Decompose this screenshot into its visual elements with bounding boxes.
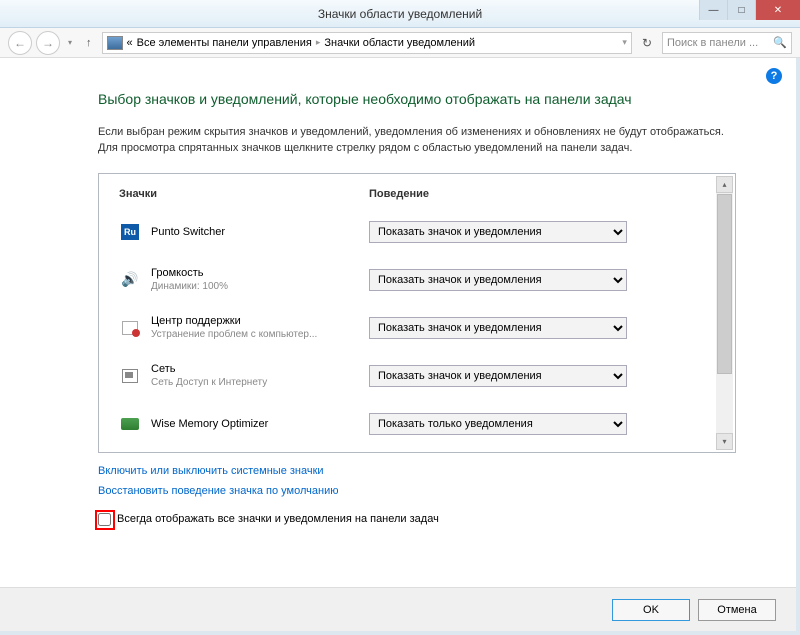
list-item: Wise Memory OptimizerПоказать значок и у… — [119, 400, 725, 448]
cancel-button[interactable]: Отмена — [698, 599, 776, 621]
close-button[interactable]: ✕ — [755, 0, 800, 20]
main-panel: Выбор значков и уведомлений, которые нео… — [0, 58, 796, 526]
up-button[interactable]: ↑ — [80, 37, 98, 49]
content-area: ? Выбор значков и уведомлений, которые н… — [0, 58, 800, 635]
always-show-label: Всегда отображать все значки и уведомлен… — [117, 513, 439, 525]
list-header: Значки Поведение — [99, 174, 735, 208]
window-buttons: — □ ✕ — [699, 0, 800, 20]
column-icons: Значки — [119, 188, 369, 200]
navbar: ← → ▾ ↑ « Все элементы панели управления… — [0, 28, 800, 58]
address-bar[interactable]: « Все элементы панели управления ▸ Значк… — [102, 32, 632, 54]
search-placeholder: Поиск в панели ... — [667, 37, 758, 49]
behavior-select[interactable]: Показать значок и уведомленияПоказать то… — [369, 221, 627, 243]
behavior-select[interactable]: Показать значок и уведомленияПоказать то… — [369, 413, 627, 435]
item-name: Центр поддержки — [151, 315, 369, 327]
item-subtext: Устранение проблем с компьютер... — [151, 329, 369, 340]
history-dropdown[interactable]: ▾ — [64, 38, 76, 47]
item-text: Сеть Сеть Доступ к Интернету — [151, 363, 369, 388]
links-section: Включить или выключить системные значки … — [98, 465, 736, 505]
item-subtext: Динамики: 100% — [151, 281, 369, 292]
list-item: Сеть Сеть Доступ к ИнтернетуПоказать знач… — [119, 352, 725, 400]
titlebar: Значки области уведомлений — □ ✕ — [0, 0, 800, 28]
list-item: Центр поддержки Устранение проблем с комп… — [119, 304, 725, 352]
breadcrumb-separator: ▸ — [316, 37, 321, 48]
help-icon[interactable]: ? — [766, 68, 782, 84]
search-icon: 🔍 — [773, 36, 787, 49]
scroll-thumb[interactable] — [717, 194, 732, 374]
forward-button[interactable]: → — [36, 31, 60, 55]
breadcrumb-item[interactable]: Значки области уведомлений — [324, 37, 475, 49]
search-input[interactable]: Поиск в панели ... 🔍 — [662, 32, 792, 54]
page-heading: Выбор значков и уведомлений, которые нео… — [98, 90, 736, 110]
item-name: Punto Switcher — [151, 226, 369, 238]
list-body: RuPunto SwitcherПоказать значок и уведом… — [99, 208, 735, 448]
list-item: Ru Punto SwitcherПоказать значок и уведом… — [119, 208, 725, 256]
wise-memory-icon — [121, 418, 139, 430]
scroll-up-button[interactable]: ▴ — [716, 176, 733, 193]
volume-icon: 🔊 — [121, 271, 138, 288]
back-button[interactable]: ← — [8, 31, 32, 55]
toggle-system-icons-link[interactable]: Включить или выключить системные значки — [98, 465, 324, 477]
always-show-row: Всегда отображать все значки и уведомлен… — [98, 513, 736, 526]
window-title: Значки области уведомлений — [0, 7, 800, 21]
behavior-select[interactable]: Показать значок и уведомленияПоказать то… — [369, 365, 627, 387]
action-center-icon — [122, 321, 138, 335]
item-name: Громкость — [151, 267, 369, 279]
icons-listbox: Значки Поведение RuPunto SwitcherПоказат… — [98, 173, 736, 453]
ok-button[interactable]: OK — [612, 599, 690, 621]
punto-switcher-icon: Ru — [121, 224, 139, 240]
behavior-select[interactable]: Показать значок и уведомленияПоказать то… — [369, 317, 627, 339]
breadcrumb-item[interactable]: Все элементы панели управления — [137, 37, 312, 49]
breadcrumb-prefix: « — [127, 37, 133, 49]
address-dropdown-icon[interactable]: ▾ — [622, 37, 627, 48]
item-text: Punto Switcher — [151, 226, 369, 238]
item-subtext: Сеть Доступ к Интернету — [151, 377, 369, 388]
item-name: Сеть — [151, 363, 369, 375]
maximize-button[interactable]: □ — [727, 0, 755, 20]
minimize-button[interactable]: — — [699, 0, 727, 20]
highlight-box — [95, 510, 115, 530]
restore-defaults-link[interactable]: Восстановить поведение значка по умолчан… — [98, 485, 339, 497]
item-text: Wise Memory Optimizer — [151, 418, 369, 430]
control-panel-icon — [107, 36, 123, 50]
column-behavior: Поведение — [369, 188, 429, 200]
refresh-button[interactable]: ↻ — [636, 36, 658, 50]
dialog-footer: OK Отмена — [0, 587, 796, 631]
item-text: Центр поддержки Устранение проблем с комп… — [151, 315, 369, 340]
list-item: 🔊 Громкость Динамики: 100%Показать значок … — [119, 256, 725, 304]
page-description: Если выбран режим скрытия значков и увед… — [98, 124, 736, 157]
item-name: Wise Memory Optimizer — [151, 418, 369, 430]
behavior-select[interactable]: Показать значок и уведомленияПоказать то… — [369, 269, 627, 291]
network-icon — [122, 369, 138, 383]
scrollbar[interactable]: ▴ ▾ — [716, 176, 733, 450]
item-text: Громкость Динамики: 100% — [151, 267, 369, 292]
scroll-down-button[interactable]: ▾ — [716, 433, 733, 450]
